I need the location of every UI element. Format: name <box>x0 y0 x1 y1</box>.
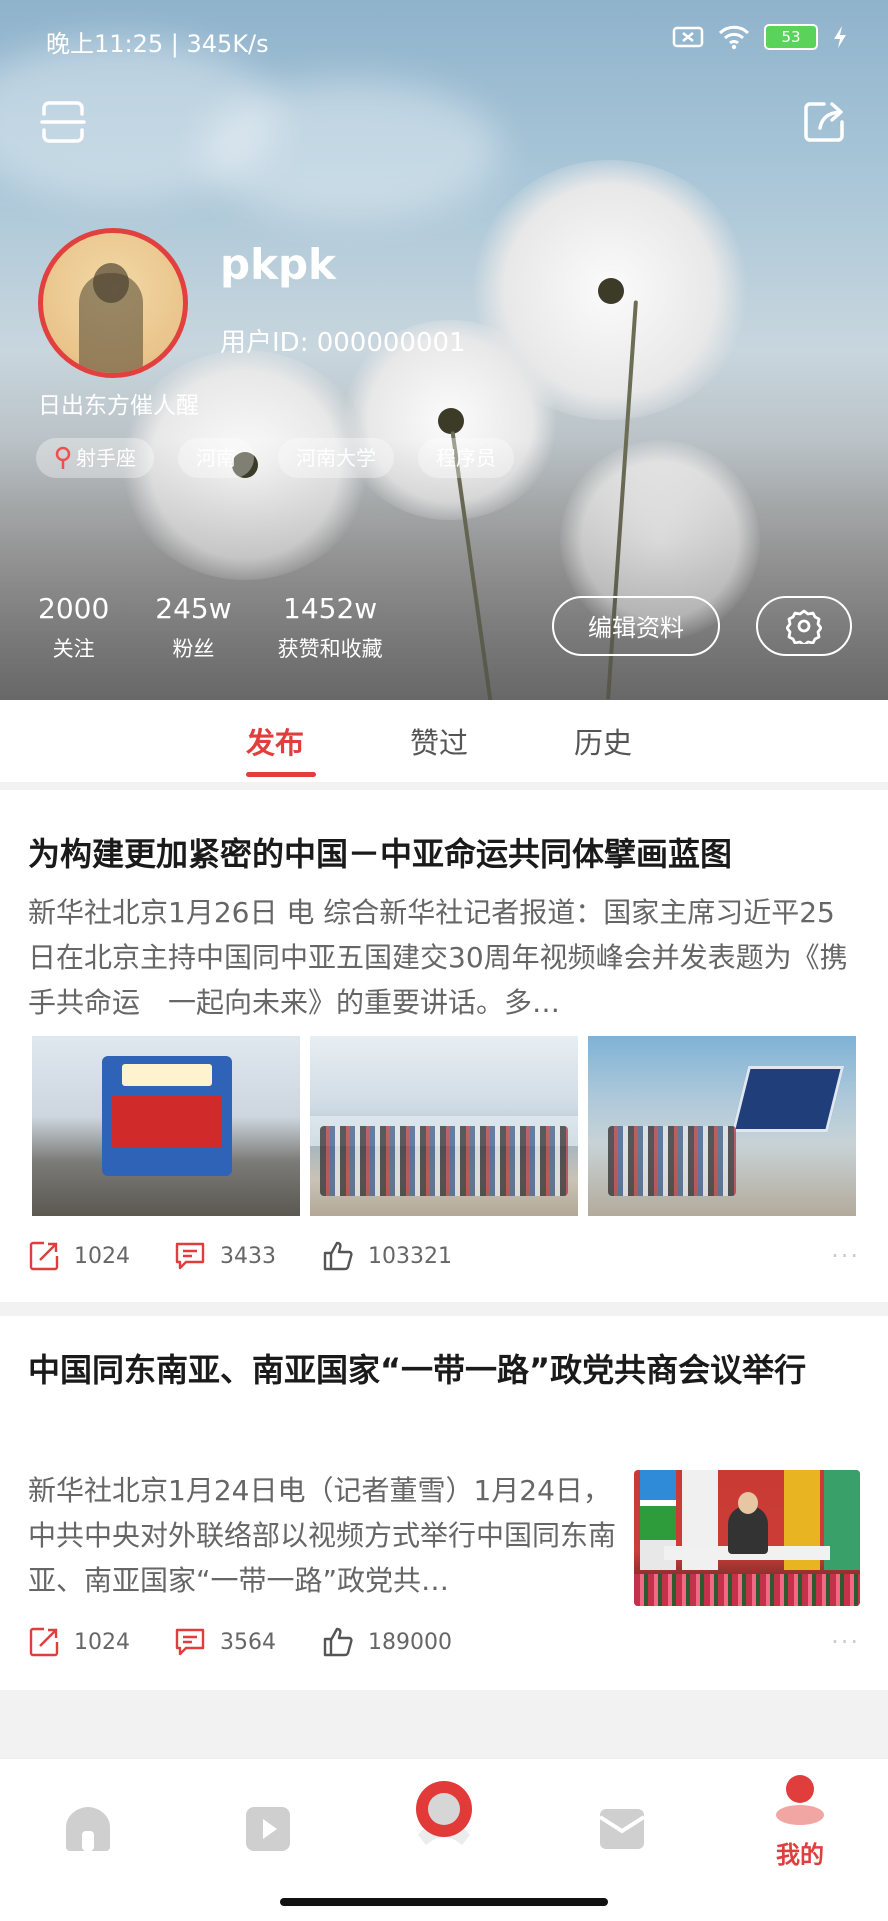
tag-province[interactable]: 河南 <box>178 438 254 478</box>
comment-action[interactable]: 3433 <box>174 1241 322 1271</box>
charging-icon <box>834 26 846 48</box>
edit-profile-button[interactable]: 编辑资料 <box>552 596 720 656</box>
more-options-icon[interactable]: ··· <box>831 1628 860 1656</box>
video-icon <box>246 1807 290 1851</box>
background-cloud <box>200 80 500 220</box>
user-id: 用户ID: 000000001 <box>220 328 466 358</box>
profile-icon <box>776 1775 824 1825</box>
exhibition-board-shape <box>731 1066 845 1132</box>
message-icon <box>598 1809 646 1849</box>
comment-action[interactable]: 3564 <box>174 1627 322 1657</box>
nav-profile-label: 我的 <box>776 1841 824 1869</box>
post-image-exhibition[interactable] <box>588 1036 856 1216</box>
share-action[interactable]: 1024 <box>28 1240 174 1272</box>
crowd-shape <box>320 1126 568 1196</box>
post-actions: 1024 3564 189000 <box>28 1626 452 1658</box>
more-options-icon[interactable]: ··· <box>831 1242 860 1270</box>
tag-label: 射手座 <box>76 446 136 470</box>
wifi-icon <box>718 25 750 50</box>
active-tab-indicator <box>246 772 316 777</box>
tag-university[interactable]: 河南大学 <box>278 438 394 478</box>
gear-icon <box>786 609 822 644</box>
flower-center <box>438 408 464 434</box>
bottom-navigation: 我的 <box>0 1758 888 1921</box>
share-icon <box>29 1627 59 1657</box>
flowers-shape <box>634 1574 860 1606</box>
scan-icon[interactable] <box>40 100 86 148</box>
flower-center <box>598 278 624 304</box>
comment-count: 3564 <box>220 1629 276 1655</box>
stat-value: 2000 <box>38 592 110 625</box>
home-indicator[interactable] <box>280 1898 608 1906</box>
avatar-head <box>93 263 129 303</box>
tag-occupation[interactable]: 程序员 <box>418 438 514 478</box>
post-actions: 1024 3433 103321 <box>28 1240 452 1272</box>
thumbs-up-icon <box>323 1241 353 1271</box>
post-title: 中国同东南亚、南亚国家“一带一路”政党共商会议举行 <box>28 1351 807 1389</box>
settings-button[interactable] <box>756 596 852 656</box>
comment-icon <box>175 1628 205 1656</box>
nav-profile[interactable]: 我的 <box>770 1773 830 1870</box>
profile-stats: 2000 关注 245w 粉丝 1452w 获赞和收藏 <box>38 592 383 663</box>
like-action[interactable]: 103321 <box>322 1240 452 1272</box>
user-bio: 日出东方催人醒 <box>38 393 199 419</box>
train-shape <box>102 1056 232 1176</box>
comment-count: 3433 <box>220 1243 276 1269</box>
content-tabs: 发布 赞过 历史 <box>0 700 888 782</box>
tab-history[interactable]: 历史 <box>574 720 632 762</box>
tag-zodiac[interactable]: 射手座 <box>36 438 154 478</box>
status-bar: 晚上11:25 | 345K/s 53 <box>46 24 848 58</box>
stat-label: 获赞和收藏 <box>277 637 383 661</box>
post-thumbnail[interactable] <box>634 1470 860 1606</box>
post-title: 为构建更加紧密的中国－中亚命运共同体擘画蓝图 <box>28 835 733 873</box>
speaker-shape <box>728 1492 768 1554</box>
post-excerpt: 新华社北京1月24日电（记者董雪）1月24日，中共中央对外联络部以视频方式举行中… <box>28 1474 617 1597</box>
status-time-speed: 晚上11:25 | 345K/s <box>46 30 269 58</box>
like-action[interactable]: 189000 <box>322 1626 452 1658</box>
crowd-shape <box>608 1126 736 1196</box>
stat-value: 1452w <box>283 592 378 625</box>
like-count: 189000 <box>368 1629 452 1655</box>
share-icon <box>29 1241 59 1271</box>
post-excerpt: 新华社北京1月26日 电 综合新华社记者报道：国家主席习近平25日在北京主持中国… <box>28 896 848 1019</box>
share-count: 1024 <box>74 1629 130 1655</box>
share-action[interactable]: 1024 <box>28 1626 174 1658</box>
nav-home[interactable] <box>58 1803 118 1859</box>
comment-icon <box>175 1242 205 1270</box>
stat-followers[interactable]: 245w 粉丝 <box>155 592 231 663</box>
post-image-train[interactable] <box>32 1036 300 1216</box>
post-image-seaside[interactable] <box>310 1036 578 1216</box>
nav-record[interactable] <box>412 1779 472 1859</box>
record-icon <box>416 1781 472 1845</box>
stat-value: 245w <box>155 592 232 625</box>
profile-header: 晚上11:25 | 345K/s 53 pkpk 用户ID: 000000001… <box>0 0 888 700</box>
stat-label: 粉丝 <box>172 637 215 661</box>
username: pkpk <box>220 240 336 289</box>
status-icons: 53 <box>672 24 848 50</box>
sim-off-icon <box>672 26 704 48</box>
tab-published[interactable]: 发布 <box>246 720 304 762</box>
share-count: 1024 <box>74 1243 130 1269</box>
post-card[interactable]: 中国同东南亚、南亚国家“一带一路”政党共商会议举行 新华社北京1月24日电（记者… <box>0 1316 888 1690</box>
nav-video[interactable] <box>238 1803 298 1859</box>
tab-liked[interactable]: 赞过 <box>410 720 468 762</box>
battery-icon: 53 <box>764 24 818 50</box>
profile-tags: 射手座 河南 河南大学 程序员 <box>36 438 514 478</box>
share-icon[interactable] <box>802 100 846 148</box>
stat-likes-favorites[interactable]: 1452w 获赞和收藏 <box>278 592 383 663</box>
location-pin-icon <box>55 446 71 469</box>
stat-label: 关注 <box>52 637 95 661</box>
home-icon <box>66 1807 110 1851</box>
post-card[interactable]: 为构建更加紧密的中国－中亚命运共同体擘画蓝图 新华社北京1月26日 电 综合新华… <box>0 790 888 1302</box>
avatar[interactable] <box>38 228 188 378</box>
like-count: 103321 <box>368 1243 452 1269</box>
thumbs-up-icon <box>323 1627 353 1657</box>
nav-messages[interactable] <box>592 1803 652 1859</box>
stat-following[interactable]: 2000 关注 <box>38 592 109 663</box>
post-images <box>32 1036 856 1216</box>
